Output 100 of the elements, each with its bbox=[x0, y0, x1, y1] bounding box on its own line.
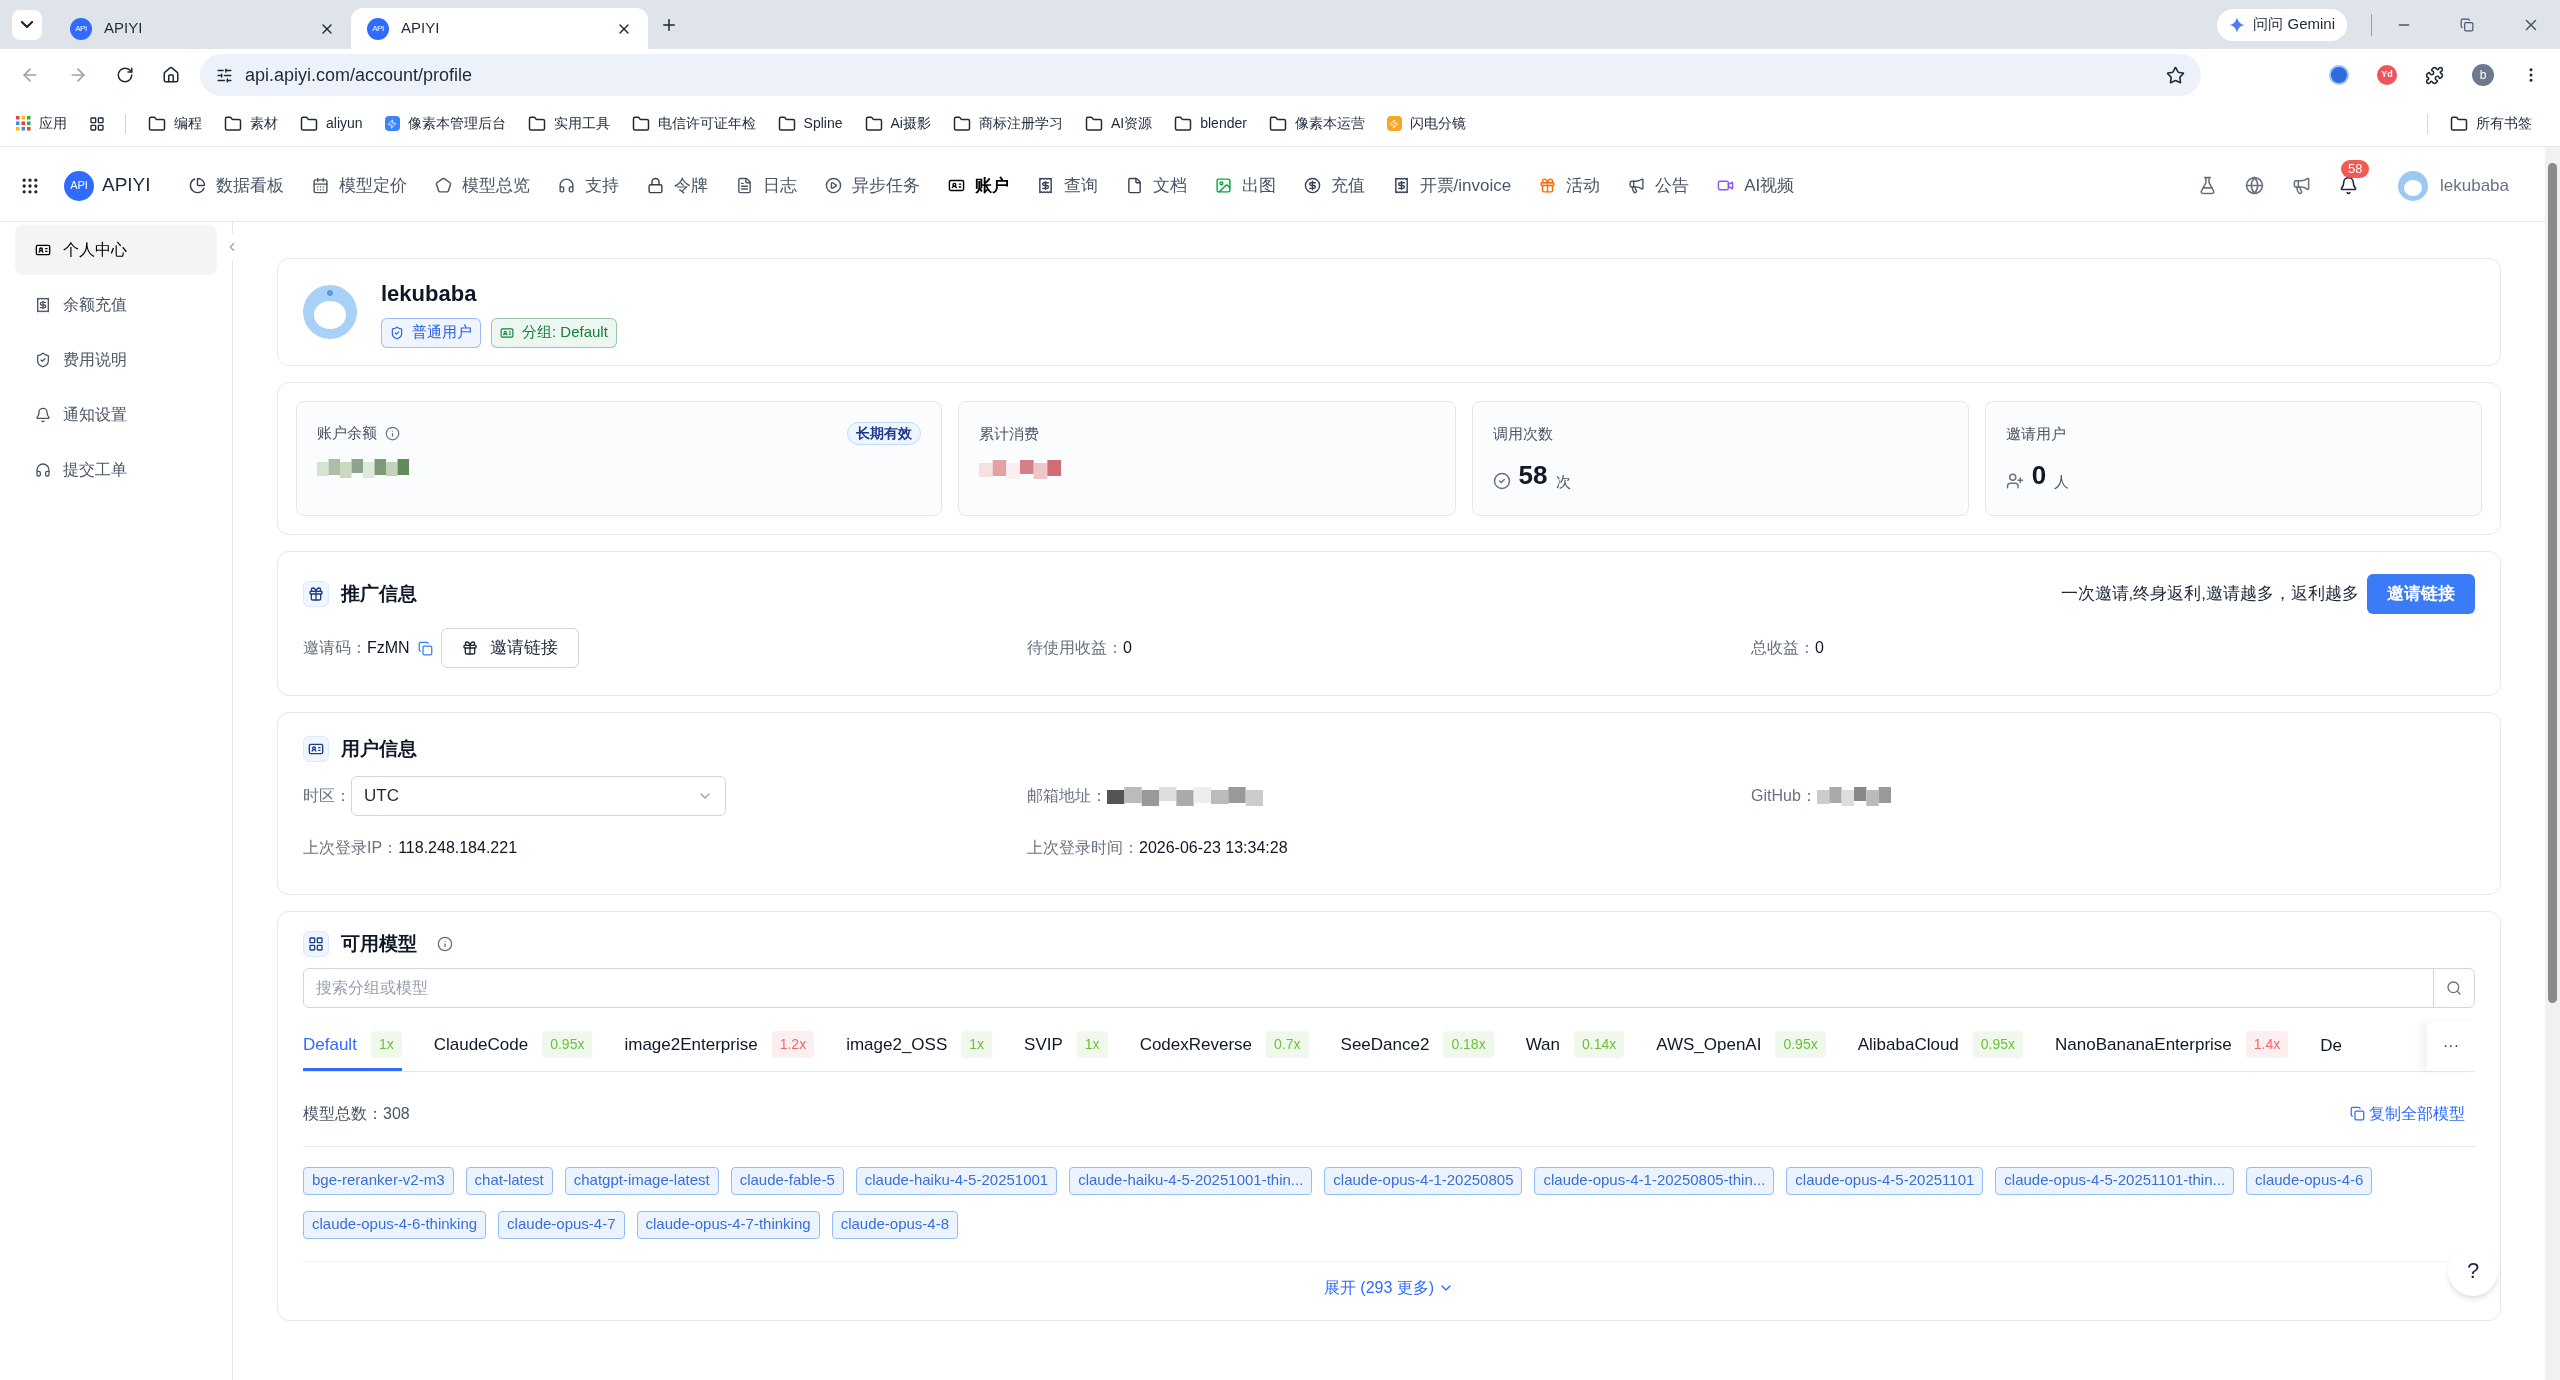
scrollbar[interactable] bbox=[2545, 147, 2560, 1380]
info-icon[interactable] bbox=[437, 936, 453, 953]
nav-item[interactable]: 模型定价 bbox=[297, 165, 421, 206]
group-tab[interactable]: SeeDance2 0.18x bbox=[1340, 1021, 1494, 1071]
bookmark-folder[interactable]: 电信许可证年检 bbox=[631, 113, 756, 134]
model-tag[interactable]: claude-opus-4-8 bbox=[831, 1210, 959, 1239]
info-icon[interactable] bbox=[385, 426, 400, 441]
copy-icon[interactable] bbox=[417, 640, 433, 656]
nav-item[interactable]: 充值 bbox=[1289, 165, 1379, 206]
invite-link-button[interactable]: 邀请链接 bbox=[2367, 574, 2475, 614]
nav-item[interactable]: 支持 bbox=[543, 165, 633, 206]
sidebar-item[interactable]: 通知设置 bbox=[15, 390, 217, 440]
model-tag[interactable]: claude-opus-4-6-thinking bbox=[303, 1210, 487, 1239]
model-tag[interactable]: claude-haiku-4-5-20251001-thin... bbox=[1069, 1166, 1313, 1195]
nav-item[interactable]: 日志 bbox=[721, 165, 811, 206]
sidebar-item[interactable]: 提交工单 bbox=[15, 445, 217, 495]
timezone-select[interactable]: UTC bbox=[351, 775, 726, 816]
extension-icon[interactable] bbox=[2329, 65, 2349, 85]
stat-label: 账户余额 bbox=[317, 423, 377, 444]
headphones-icon bbox=[557, 177, 575, 194]
more-tabs-button[interactable]: ··· bbox=[2427, 1021, 2475, 1071]
help-button[interactable]: ? bbox=[2448, 1245, 2498, 1296]
restore-icon[interactable] bbox=[2460, 17, 2474, 32]
megaphone-icon[interactable] bbox=[2292, 176, 2311, 195]
model-tag[interactable]: claude-haiku-4-5-20251001 bbox=[855, 1166, 1058, 1195]
home-icon[interactable] bbox=[162, 66, 180, 84]
flask-icon[interactable] bbox=[2198, 176, 2217, 195]
profile-button[interactable]: b bbox=[2472, 64, 2494, 86]
sidebar-item[interactable]: 余额充值 bbox=[15, 280, 217, 330]
group-tab[interactable]: SVIP 1x bbox=[1024, 1021, 1108, 1071]
bookmark-item[interactable]: 应用 bbox=[16, 113, 67, 134]
model-tag[interactable]: claude-opus-4-5-20251101-thin... bbox=[1995, 1166, 2235, 1195]
group-tab[interactable]: CodexReverse 0.7x bbox=[1139, 1021, 1309, 1071]
group-tab[interactable]: image2_OSS 1x bbox=[846, 1021, 993, 1071]
bookmark-folder[interactable]: 所有书签 bbox=[2450, 113, 2532, 134]
nav-item[interactable]: 公告 bbox=[1614, 165, 1704, 206]
group-tab[interactable]: NanoBananaEnterprise 1.4x bbox=[2055, 1021, 2289, 1071]
model-tag[interactable]: claude-opus-4-1-20250805-thin... bbox=[1534, 1166, 1775, 1195]
ratio-badge: 0.18x bbox=[1443, 1031, 1494, 1058]
gemini-button[interactable]: 问问 Gemini bbox=[2217, 8, 2347, 41]
model-tag[interactable]: claude-opus-4-7-thinking bbox=[636, 1210, 820, 1239]
nav-item[interactable]: AI视频 bbox=[1703, 165, 1809, 206]
user-name[interactable]: lekubaba bbox=[2440, 172, 2509, 199]
search-field[interactable]: 搜索分组或模型 bbox=[303, 967, 2475, 1008]
bookmark-folder[interactable]: 像素本运营 bbox=[1268, 113, 1365, 134]
receipt-icon bbox=[1036, 177, 1054, 194]
model-tag[interactable]: claude-fable-5 bbox=[730, 1166, 844, 1195]
bookmark-folder[interactable]: Ai摄影 bbox=[864, 113, 931, 134]
copy-all-button[interactable]: 复制全部模型 bbox=[2350, 1101, 2465, 1126]
nav-item[interactable]: 查询 bbox=[1022, 165, 1112, 206]
nav-item[interactable]: 异步任务 bbox=[810, 165, 934, 206]
group-tab[interactable]: AlibabaCloud 0.95x bbox=[1857, 1021, 2024, 1071]
browser-tab[interactable]: API APIYI bbox=[54, 8, 351, 49]
bookmark-folder[interactable]: 实用工具 bbox=[527, 113, 610, 134]
search-icon[interactable] bbox=[2446, 979, 2462, 996]
nav-item[interactable]: 数据看板 bbox=[174, 165, 298, 206]
group-tab[interactable]: ClaudeCode 0.95x bbox=[433, 1021, 593, 1071]
tab-list-button[interactable] bbox=[12, 9, 42, 40]
nav-item[interactable]: 开票/invoice bbox=[1378, 165, 1526, 206]
group-tab[interactable]: Default 1x bbox=[303, 1021, 402, 1071]
nav-item[interactable]: 模型总览 bbox=[420, 165, 544, 206]
nav-item[interactable]: 账户 bbox=[933, 165, 1023, 206]
nav-item[interactable]: 文档 bbox=[1111, 165, 1201, 206]
bookmark-folder[interactable]: 素材 bbox=[224, 113, 278, 134]
group-tab[interactable]: AWS_OpenAI 0.95x bbox=[1656, 1021, 1826, 1071]
sidebar-item[interactable]: 个人中心 bbox=[15, 225, 217, 275]
group-tab[interactable]: De bbox=[2320, 1033, 2342, 1059]
nav-item[interactable]: 令牌 bbox=[632, 165, 722, 206]
reload-icon[interactable] bbox=[116, 66, 134, 84]
invite-link-button[interactable]: 邀请链接 bbox=[440, 628, 579, 668]
model-tag[interactable]: bge-reranker-v2-m3 bbox=[303, 1166, 454, 1195]
bookmark-folder[interactable]: blender bbox=[1174, 113, 1247, 134]
sidebar-item[interactable]: 费用说明 bbox=[15, 335, 217, 385]
browser-tab[interactable]: API APIYI bbox=[351, 8, 648, 49]
group-tab[interactable]: Wan 0.14x bbox=[1525, 1021, 1625, 1071]
bookmark-item[interactable]: 像素本管理后台 bbox=[384, 113, 506, 134]
expand-button[interactable]: 展开 (293 更多) bbox=[1323, 1275, 1455, 1300]
model-tag[interactable]: claude-opus-4-1-20250805 bbox=[1324, 1166, 1523, 1195]
bookmark-item[interactable]: 闪电分镜 bbox=[1386, 113, 1466, 134]
address-bar[interactable]: api.apiyi.com/account/profile bbox=[200, 54, 2201, 96]
bookmark-folder[interactable]: 编程 bbox=[148, 113, 202, 134]
extensions-icon[interactable] bbox=[2425, 65, 2444, 85]
nav-item[interactable]: 出图 bbox=[1200, 165, 1290, 206]
model-tag[interactable]: chat-latest bbox=[465, 1166, 553, 1195]
nav-item[interactable]: 活动 bbox=[1525, 165, 1615, 206]
grid-icon[interactable] bbox=[89, 115, 105, 132]
model-tag[interactable]: claude-opus-4-6 bbox=[2246, 1166, 2373, 1195]
bookmark-folder[interactable]: 商标注册学习 bbox=[952, 113, 1063, 134]
bookmark-folder[interactable]: AI资源 bbox=[1084, 113, 1153, 134]
globe-icon[interactable] bbox=[2245, 176, 2264, 195]
bookmark-folder[interactable]: aliyun bbox=[300, 113, 363, 134]
search-input[interactable]: 搜索分组或模型 bbox=[304, 975, 2433, 1000]
site-settings-icon[interactable] bbox=[216, 66, 233, 84]
bookmark-folder[interactable]: Spline bbox=[777, 113, 843, 134]
bell-icon[interactable] bbox=[2339, 176, 2358, 195]
model-tag[interactable]: claude-opus-4-5-20251101 bbox=[1786, 1166, 1984, 1195]
model-tag[interactable]: claude-opus-4-7 bbox=[498, 1210, 625, 1239]
bookmark-star-icon[interactable] bbox=[2166, 65, 2185, 85]
group-tab[interactable]: image2Enterprise 1.2x bbox=[624, 1021, 815, 1071]
model-tag[interactable]: chatgpt-image-latest bbox=[564, 1166, 719, 1195]
